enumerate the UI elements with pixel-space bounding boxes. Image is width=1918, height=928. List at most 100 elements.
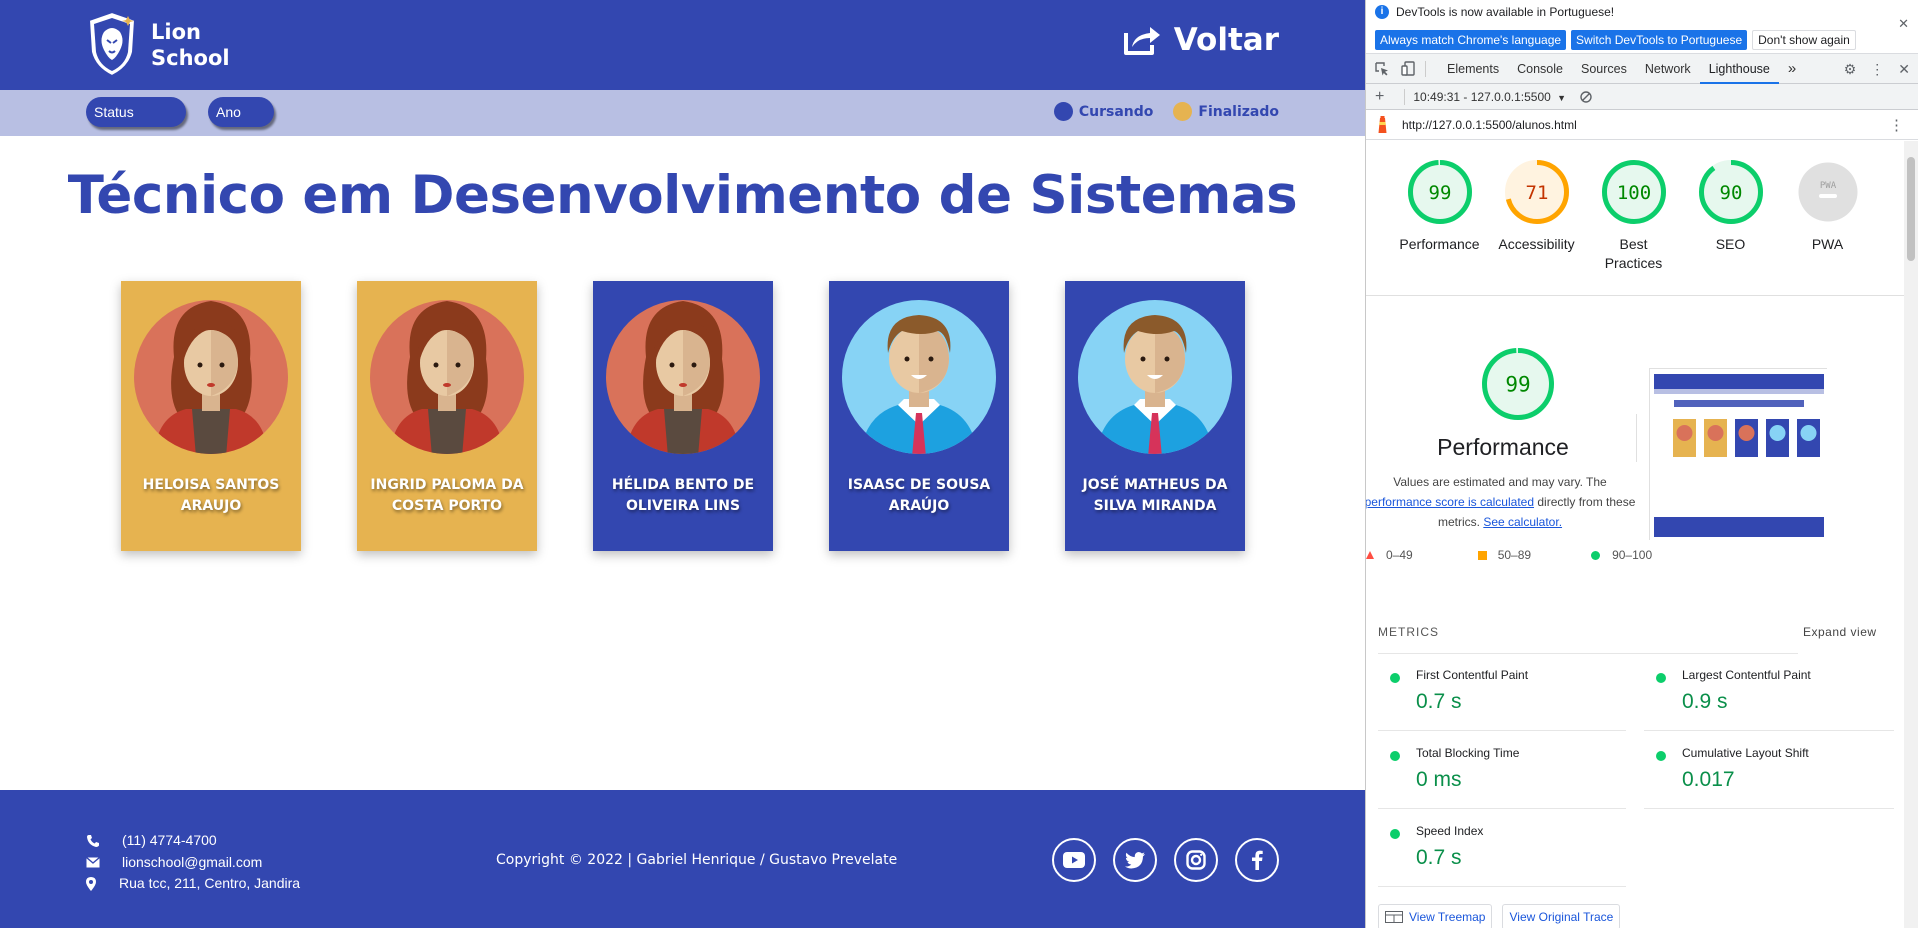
performance-description: Values are estimated and may vary. The p…: [1366, 472, 1640, 532]
student-name: HELOISA SANTOS ARAUJO: [142, 477, 280, 514]
report-scrollbar-thumb[interactable]: [1907, 157, 1915, 261]
back-arrow-icon: [1123, 27, 1160, 55]
devtools-tools: [1366, 61, 1415, 76]
phone-text: (11) 4774-4700: [122, 832, 217, 848]
see-calculator-link[interactable]: See calculator.: [1483, 515, 1562, 529]
metric-name: Speed Index: [1416, 824, 1484, 838]
report-url[interactable]: http://127.0.0.1:5500/alunos.html: [1402, 118, 1577, 132]
metric-value: 0.9 s: [1682, 690, 1728, 713]
student-card[interactable]: HELOISA SANTOS ARAUJO: [121, 281, 301, 551]
score-gauge-best-practices[interactable]: 100 Best Practices: [1585, 159, 1682, 273]
view-trace-label: View Original Trace: [1509, 910, 1614, 924]
student-name: INGRID PALOMA DA COSTA PORTO: [370, 477, 524, 514]
performance-score-ring: 99: [1482, 348, 1554, 420]
lighthouse-logo-icon: [1378, 115, 1387, 133]
student-card[interactable]: HÉLIDA BENTO DE OLIVEIRA LINS: [593, 281, 773, 551]
metric-divider: [1644, 808, 1894, 809]
email-text: lionschool@gmail.com: [122, 853, 263, 870]
facebook-link[interactable]: [1235, 838, 1279, 882]
new-report-icon[interactable]: +: [1375, 88, 1384, 106]
scale-pass: 90–100: [1591, 548, 1652, 562]
score-gauges: 99 Performance 71 Accessibility 100 Best Pract…: [1391, 159, 1876, 273]
view-original-trace-button[interactable]: View Original Trace: [1502, 904, 1621, 928]
metric-divider: [1378, 808, 1626, 809]
scale-average-label: 50–89: [1497, 548, 1532, 562]
view-treemap-label: View Treemap: [1409, 910, 1486, 924]
scale-fail-label: 0–49: [1386, 548, 1413, 562]
report-scrollbar[interactable]: [1904, 141, 1918, 928]
instagram-link[interactable]: [1174, 838, 1218, 882]
pass-circle-icon: [1591, 550, 1601, 560]
copyright-text: Copyright © 2022 | Gabriel Henrique / Gu…: [496, 852, 898, 868]
score-gauge-accessibility[interactable]: 71 Accessibility: [1488, 159, 1585, 273]
youtube-icon: [1063, 852, 1085, 868]
social-links: [1052, 838, 1279, 882]
student-card[interactable]: JOSÉ MATHEUS DA SILVA MIRANDA: [1065, 281, 1245, 551]
legend-cursando: Cursando: [1053, 102, 1153, 121]
gear-icon[interactable]: ⚙: [1844, 61, 1857, 78]
view-buttons: View Treemap View Original Trace: [1378, 904, 1621, 928]
more-options-icon[interactable]: ⋮: [1870, 61, 1884, 78]
treemap-icon: [1385, 911, 1403, 923]
fail-triangle-icon: [1366, 551, 1374, 559]
report-selector[interactable]: 10:49:31 - 127.0.0.1:5500 ▼: [1413, 90, 1566, 104]
view-treemap-button[interactable]: View Treemap: [1378, 904, 1493, 928]
inspect-element-icon[interactable]: [1375, 61, 1389, 76]
legend-finalizado: Finalizado: [1173, 102, 1279, 121]
tab-lighthouse[interactable]: Lighthouse: [1699, 54, 1779, 84]
url-menu-icon[interactable]: ⋮: [1889, 116, 1904, 134]
perf-vertical-divider: [1636, 414, 1637, 462]
legend-finalizado-label: Finalizado: [1198, 103, 1279, 120]
always-match-language-button[interactable]: Always match Chrome's language: [1375, 30, 1567, 50]
score-value: 90: [1719, 182, 1742, 204]
score-label: Best Practices: [1604, 236, 1663, 271]
student-card[interactable]: INGRID PALOMA DA COSTA PORTO: [357, 281, 537, 551]
back-button[interactable]: Voltar: [1122, 22, 1279, 58]
metric-value: 0.7 s: [1416, 846, 1462, 869]
twitter-link[interactable]: [1113, 838, 1157, 882]
instagram-icon: [1186, 850, 1206, 870]
device-toolbar-icon[interactable]: [1401, 61, 1415, 76]
dont-show-again-button[interactable]: Don't show again: [1752, 30, 1856, 50]
performance-gauge-large: 99: [1460, 347, 1576, 426]
expand-view-toggle[interactable]: Expand view: [1803, 625, 1877, 639]
page-screenshot-image: [1650, 369, 1828, 541]
switch-language-button[interactable]: Switch DevTools to Portuguese: [1571, 30, 1748, 50]
performance-heading: Performance: [1437, 434, 1569, 460]
female-avatar-icon: [134, 300, 288, 454]
final-screenshot-thumbnail[interactable]: [1649, 368, 1828, 541]
close-icon[interactable]: ✕: [1898, 16, 1909, 32]
youtube-link[interactable]: [1052, 838, 1096, 882]
tab-elements[interactable]: Elements: [1438, 54, 1508, 84]
score-gauge-performance[interactable]: 99 Performance: [1391, 159, 1488, 273]
score-value: 71: [1525, 182, 1548, 204]
more-tabs-icon[interactable]: »: [1779, 54, 1805, 84]
status-legend: Cursando Finalizado: [1053, 102, 1279, 121]
close-devtools-icon[interactable]: ✕: [1898, 61, 1910, 78]
male-avatar-icon: [842, 300, 996, 454]
metric-name: Cumulative Layout Shift: [1682, 746, 1809, 760]
dropdown-arrow-icon: ▼: [1557, 92, 1567, 103]
site-footer: (11) 4774-4700 lionschool@gmail.com Rua …: [0, 790, 1365, 928]
lion-logo-icon: [87, 10, 137, 78]
score-calculated-link[interactable]: performance score is calculated: [1366, 495, 1534, 509]
contact-address: Rua tcc, 211, Centro, Jandira: [86, 873, 300, 895]
score-ring: PWA: [1798, 162, 1857, 222]
score-value: 100: [1616, 182, 1650, 204]
status-filter-button[interactable]: Status: [86, 97, 186, 127]
metric-name: First Contentful Paint: [1416, 668, 1529, 682]
student-card[interactable]: ISAASC DE SOUSA ARAÚJO: [829, 281, 1009, 551]
score-gauge-pwa[interactable]: PWA PWA: [1779, 159, 1876, 273]
tab-console[interactable]: Console: [1508, 54, 1572, 84]
tab-sources[interactable]: Sources: [1572, 54, 1636, 84]
score-gauge-seo[interactable]: 90 SEO: [1682, 159, 1779, 273]
female-avatar-icon: [606, 300, 760, 454]
ano-filter-button[interactable]: Ano: [208, 97, 274, 127]
clear-all-icon[interactable]: [1580, 90, 1592, 103]
site-header: Lion School Voltar: [0, 0, 1365, 90]
metric-value: 0.017: [1682, 768, 1735, 791]
mail-icon: [86, 856, 122, 868]
score-value: PWA: [1819, 181, 1836, 191]
score-ring: 90: [1698, 160, 1763, 224]
tab-network[interactable]: Network: [1636, 54, 1700, 84]
